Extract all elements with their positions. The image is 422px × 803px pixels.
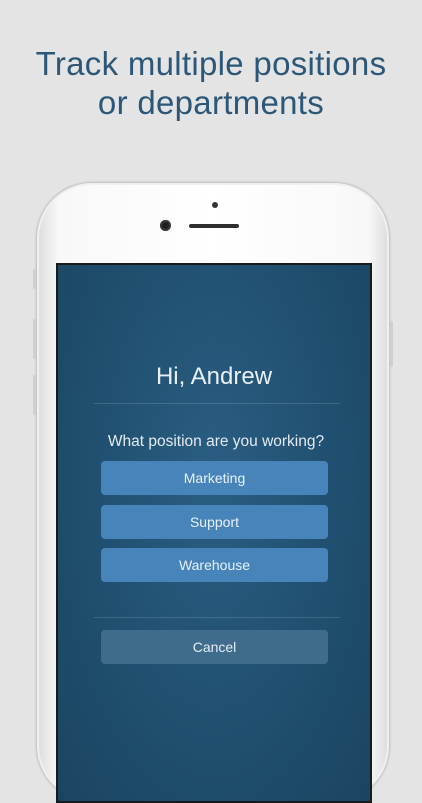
cancel-button[interactable]: Cancel [101,630,328,664]
earpiece-speaker [189,224,239,228]
position-question: What position are you working? [107,433,325,450]
headline-line-1: Track multiple positions [35,45,387,82]
app-screen: Hi, Andrew What position are you working… [56,263,372,803]
phone-frame: Hi, Andrew What position are you working… [33,182,393,803]
bottom-divider [94,617,340,618]
front-camera-icon [160,220,171,231]
position-button-support[interactable]: Support [101,505,328,539]
headline-line-2: or departments [97,84,325,121]
marketing-headline: Track multiple positions or departments [0,44,422,122]
volume-down-button [33,375,36,415]
position-button-marketing[interactable]: Marketing [101,461,328,495]
mute-switch [33,269,36,289]
power-button [390,321,393,367]
volume-up-button [33,319,36,359]
position-button-warehouse[interactable]: Warehouse [101,548,328,582]
greeting-title: Hi, Andrew [155,363,273,390]
proximity-sensor [212,202,218,208]
top-divider [94,403,340,404]
